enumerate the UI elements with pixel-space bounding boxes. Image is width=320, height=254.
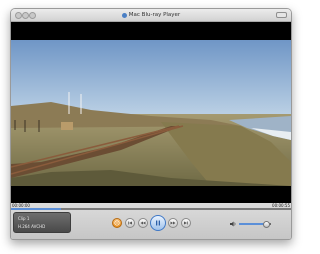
player-window: Mac Blu-ray Player 00:00:00 00:00:55 Cli… <box>10 8 292 240</box>
window-title-group: Mac Blu-ray Player <box>11 9 291 21</box>
seek-bar[interactable] <box>11 208 291 210</box>
media-info-line-2: H.264 AVCHD <box>18 224 46 229</box>
disc-menu-button[interactable] <box>112 218 122 228</box>
seek-bar-progress <box>11 208 62 210</box>
rewind-icon <box>140 221 146 225</box>
media-info-line-1: Clip 1 <box>18 216 30 221</box>
app-icon <box>121 12 127 18</box>
toolbar-toggle-button[interactable] <box>276 12 287 18</box>
video-frame <box>11 22 291 203</box>
rewind-button[interactable] <box>138 218 148 228</box>
speaker-icon <box>230 221 236 227</box>
play-pause-button[interactable] <box>150 215 166 231</box>
media-info-panel: Clip 1 H.264 AVCHD <box>13 212 71 233</box>
window-title: Mac Blu-ray Player <box>128 12 181 18</box>
video-area[interactable] <box>11 22 291 203</box>
title-bar[interactable]: Mac Blu-ray Player <box>11 9 291 22</box>
previous-button[interactable] <box>125 218 135 228</box>
fast-forward-icon <box>170 221 176 225</box>
previous-icon <box>128 221 132 225</box>
next-icon <box>184 221 188 225</box>
volume-level <box>239 223 267 225</box>
fast-forward-button[interactable] <box>168 218 178 228</box>
volume-knob[interactable] <box>263 221 271 228</box>
next-button[interactable] <box>181 218 191 228</box>
control-bar: 00:00:00 00:00:55 Clip 1 H.264 AVCHD <box>11 203 291 239</box>
volume-slider[interactable] <box>239 221 271 228</box>
pause-icon <box>156 220 160 226</box>
disc-icon <box>114 220 120 226</box>
